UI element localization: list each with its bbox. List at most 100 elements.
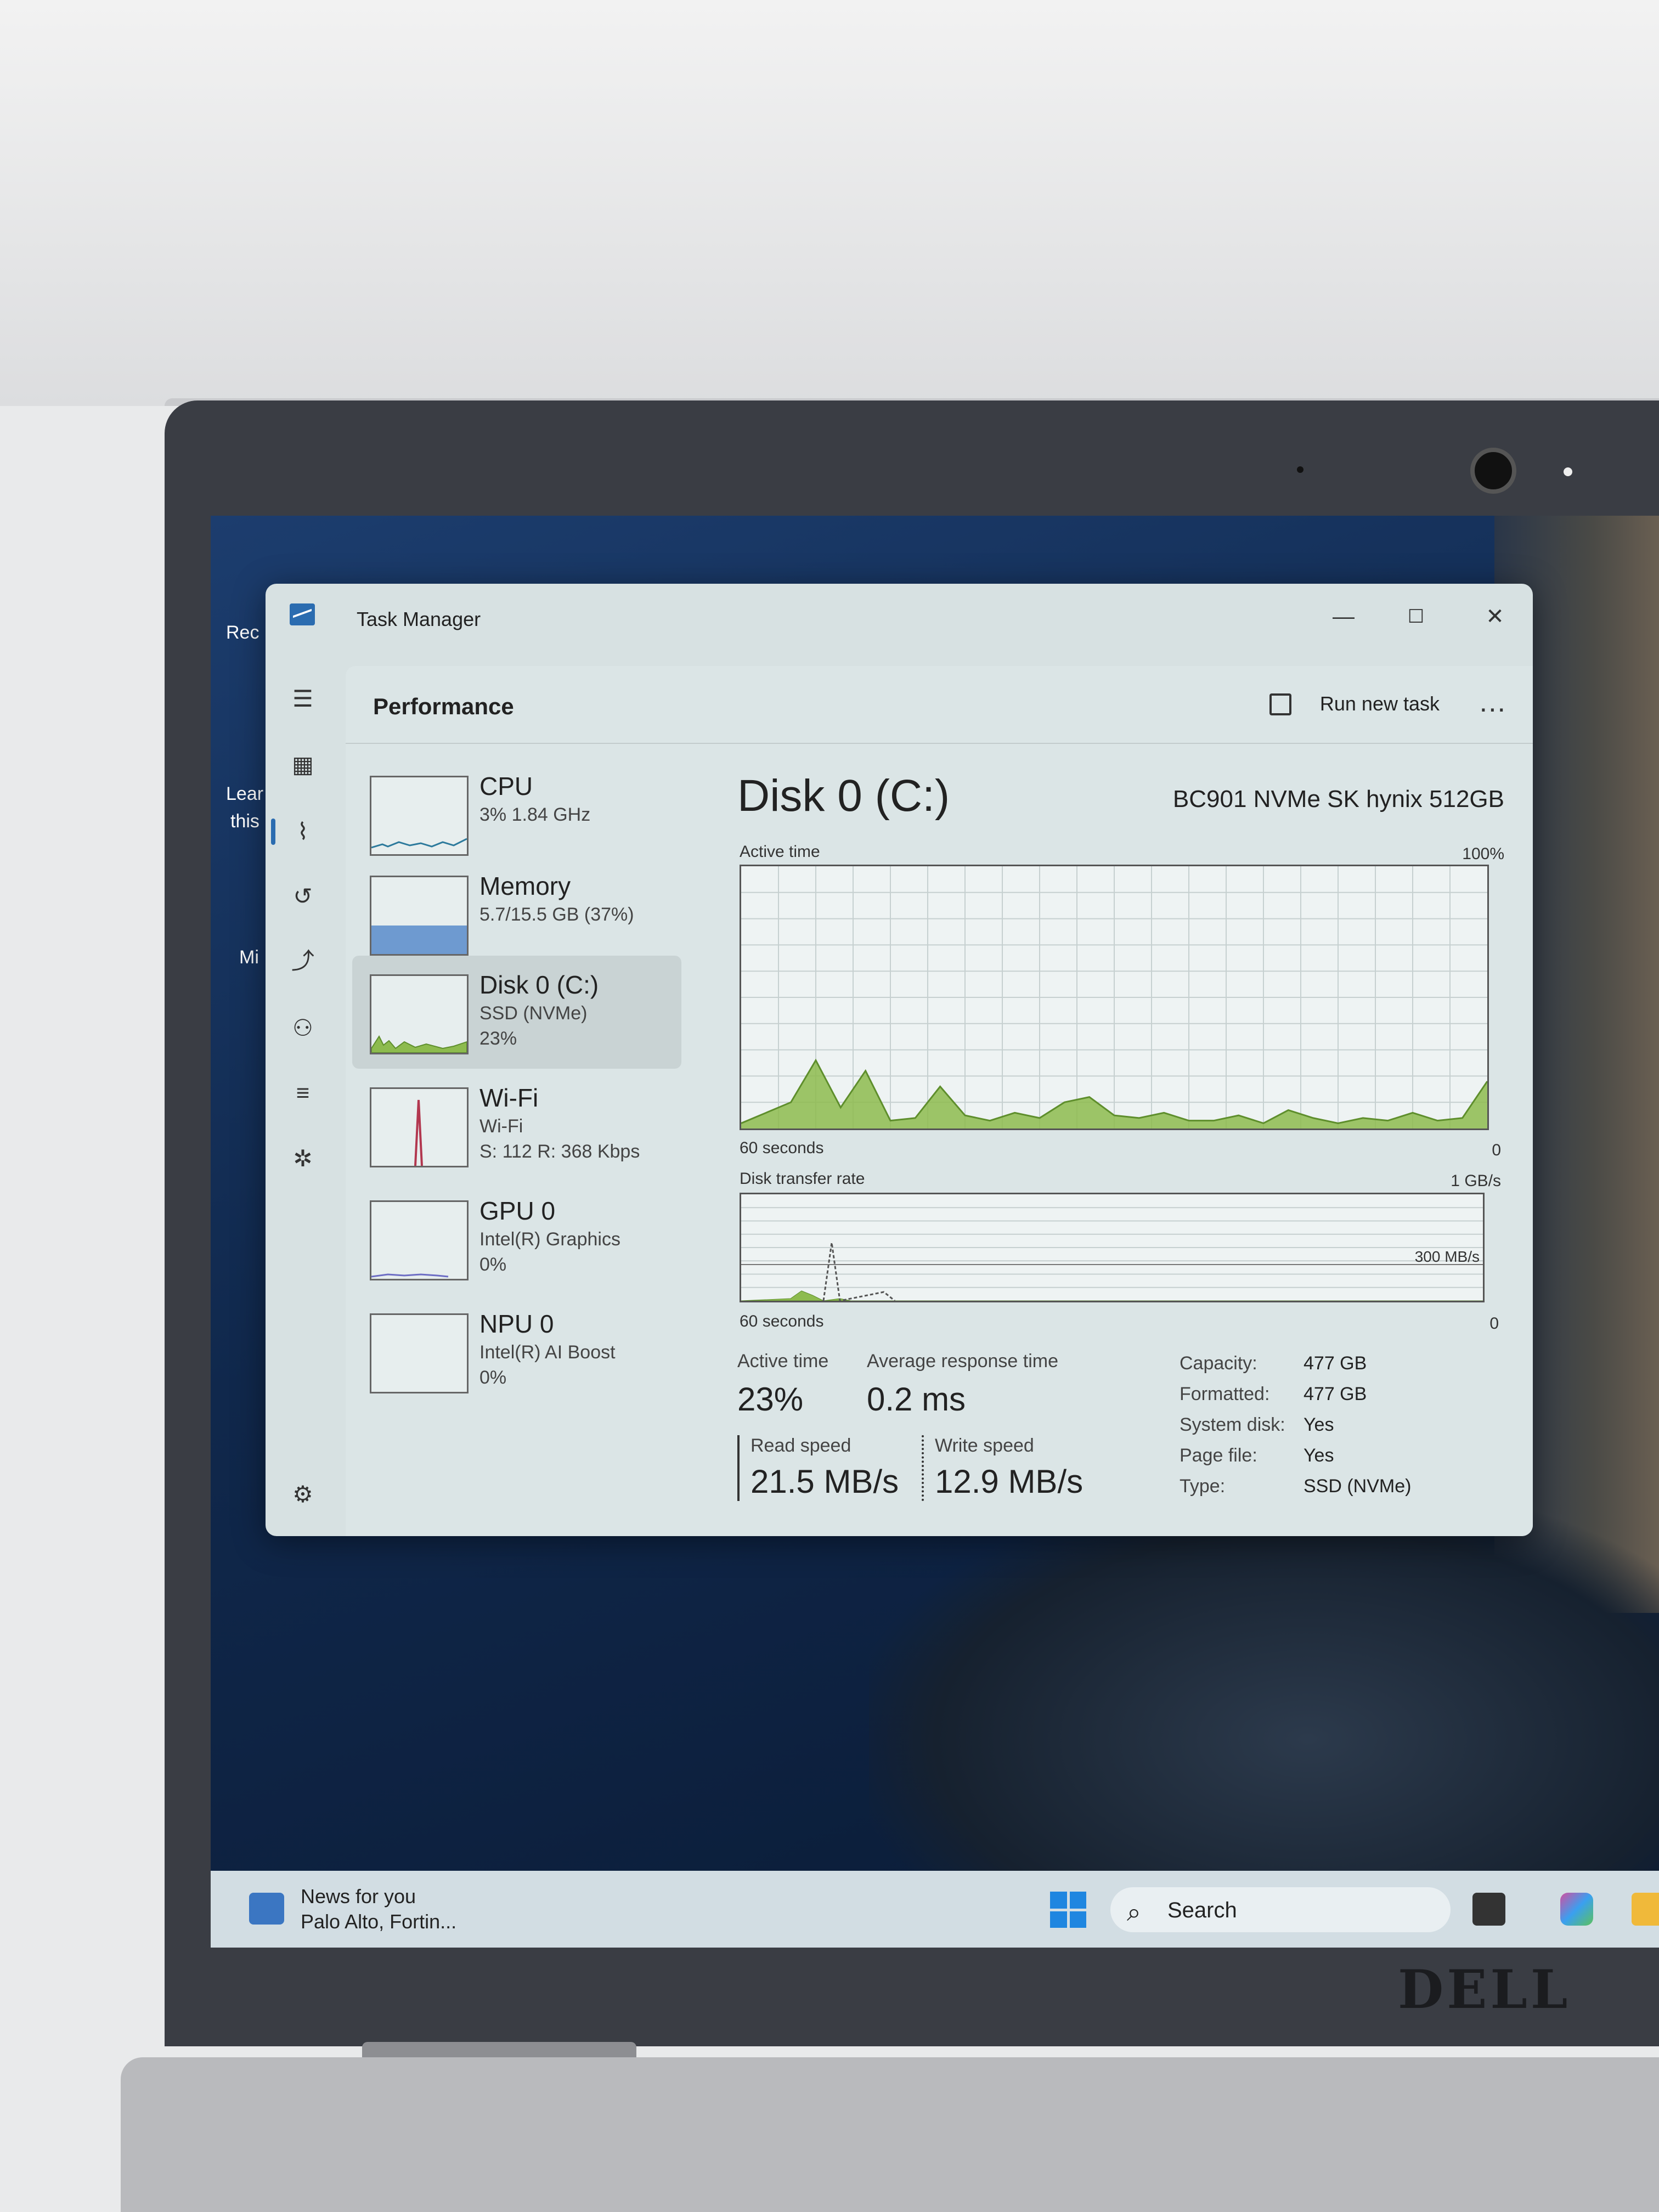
device-detail: Intel(R) AI Boost [479, 1342, 616, 1363]
prop-formatted-key: Formatted: [1180, 1384, 1270, 1404]
desktop-icon-learn-line2: this [230, 811, 259, 832]
more-options-button[interactable]: ... [1480, 686, 1506, 719]
stat-write-speed-value: 12.9 MB/s [935, 1463, 1084, 1500]
prop-page-file-key: Page file: [1180, 1445, 1257, 1466]
users-icon[interactable]: ⚇ [286, 1012, 319, 1045]
disk-thumbnail [370, 974, 469, 1054]
sensor-dot [1297, 466, 1304, 473]
desktop-icon-learn[interactable]: Lear [226, 783, 263, 805]
news-widget-icon[interactable] [249, 1893, 284, 1925]
device-wifi[interactable]: Wi-Fi Wi-Fi S: 112 R: 368 Kbps [352, 1069, 681, 1178]
taskbar: News for you Palo Alto, Fortin... ⌕ Sear… [211, 1871, 1659, 1948]
nav-rail: ☰ ▦ ⌇ ↺ ⤴ ⚇ ≡ ✲ ⚙ [266, 666, 346, 1536]
laptop-base [121, 2057, 1659, 2212]
desktop-icon-recycle-bin[interactable]: Rec [226, 622, 259, 644]
title-bar[interactable]: Task Manager — ☐ ✕ [266, 584, 1533, 666]
desktop-icon-edge[interactable]: Mi [239, 947, 259, 968]
gpu-mini-graph [371, 1273, 449, 1278]
device-usage: 23% [479, 1028, 517, 1049]
background-wall [0, 0, 1659, 406]
wifi-mini-graph [414, 1099, 423, 1166]
stat-read-speed-value: 21.5 MB/s [751, 1463, 899, 1500]
close-button[interactable]: ✕ [1476, 600, 1514, 633]
copilot-icon[interactable] [1560, 1893, 1593, 1926]
active-time-graph-label: Active time [740, 843, 820, 861]
active-time-graph-zero: 0 [1492, 1141, 1501, 1159]
npu-thumbnail [370, 1313, 469, 1393]
run-new-task-button[interactable]: Run new task [1320, 692, 1440, 715]
window-title: Task Manager [357, 608, 481, 630]
start-button[interactable] [1050, 1892, 1086, 1928]
transfer-rate-mid-label: 300 MB/s [1414, 1248, 1480, 1265]
active-time-graph-xlabel: 60 seconds [740, 1139, 824, 1157]
device-cpu[interactable]: CPU 3% 1.84 GHz [352, 757, 681, 867]
memory-thumbnail [370, 876, 469, 956]
stat-read-speed-label: Read speed [751, 1435, 851, 1456]
minimize-button[interactable]: — [1324, 600, 1363, 633]
active-time-graph-max: 100% [1462, 845, 1504, 863]
device-name: Wi-Fi [479, 1084, 539, 1112]
prop-formatted-value: 477 GB [1304, 1384, 1367, 1404]
dell-logo: DELL [1398, 1959, 1571, 2021]
device-usage: 0% [479, 1367, 507, 1388]
search-label: Search [1167, 1898, 1237, 1922]
services-icon[interactable]: ✲ [286, 1142, 319, 1175]
cpu-mini-graph [371, 838, 467, 849]
device-npu-0[interactable]: NPU 0 Intel(R) AI Boost 0% [352, 1295, 681, 1404]
prop-system-disk-key: System disk: [1180, 1414, 1285, 1435]
startup-apps-icon[interactable]: ⤴ [286, 945, 319, 978]
gpu-thumbnail [370, 1200, 469, 1280]
stat-active-time-value: 23% [737, 1381, 804, 1418]
disk-model: BC901 NVMe SK hynix 512GB [1172, 786, 1504, 812]
transfer-rate-graph-xlabel: 60 seconds [740, 1312, 824, 1330]
webcam [1470, 448, 1516, 494]
taskbar-search[interactable]: ⌕ Search [1110, 1887, 1451, 1932]
transfer-rate-graph: 300 MB/s [740, 1193, 1485, 1302]
performance-pane: Performance Run new task ... CPU 3% 1.84… [346, 666, 1533, 1536]
page-title: Performance [373, 693, 514, 719]
stat-avg-response-value: 0.2 ms [867, 1381, 966, 1418]
write-speed-marker [922, 1435, 924, 1501]
settings-icon[interactable]: ⚙ [286, 1478, 319, 1511]
device-name: NPU 0 [479, 1310, 554, 1338]
device-gpu-0[interactable]: GPU 0 Intel(R) Graphics 0% [352, 1182, 681, 1291]
device-memory[interactable]: Memory 5.7/15.5 GB (37%) [352, 857, 681, 967]
maximize-button[interactable]: ☐ [1397, 600, 1435, 633]
task-manager-app-icon [290, 603, 315, 625]
prop-capacity-value: 477 GB [1304, 1353, 1367, 1374]
device-detail: Intel(R) Graphics [479, 1229, 620, 1250]
details-icon[interactable]: ≡ [286, 1076, 319, 1109]
active-nav-indicator [271, 819, 275, 845]
device-detail: SSD (NVMe) [479, 1003, 588, 1024]
processes-icon[interactable]: ▦ [286, 748, 319, 781]
prop-system-disk-value: Yes [1304, 1414, 1334, 1435]
device-detail: 5.7/15.5 GB (37%) [479, 904, 634, 925]
transfer-rate-chart [741, 1207, 1483, 1301]
device-name: GPU 0 [479, 1197, 556, 1225]
stat-write-speed-label: Write speed [935, 1435, 1034, 1456]
hamburger-icon[interactable]: ☰ [286, 682, 319, 715]
app-history-icon[interactable]: ↺ [286, 880, 319, 913]
task-view-icon[interactable] [1472, 1893, 1505, 1926]
prop-capacity-key: Capacity: [1180, 1353, 1257, 1374]
transfer-rate-graph-zero: 0 [1489, 1314, 1499, 1333]
device-disk-0[interactable]: Disk 0 (C:) SSD (NVMe) 23% [352, 956, 681, 1069]
device-detail: 3% 1.84 GHz [479, 804, 591, 825]
transfer-rate-graph-max: 1 GB/s [1451, 1172, 1501, 1190]
task-manager-window: Task Manager — ☐ ✕ ☰ ▦ ⌇ ↺ ⤴ ⚇ ≡ ✲ ⚙ Per… [266, 584, 1533, 1536]
prop-page-file-value: Yes [1304, 1445, 1334, 1466]
camera-led [1564, 467, 1572, 476]
device-detail: Wi-Fi [479, 1116, 523, 1137]
stat-avg-response-label: Average response time [867, 1351, 1059, 1372]
device-name: Disk 0 (C:) [479, 970, 599, 999]
prop-type-value: SSD (NVMe) [1304, 1476, 1412, 1497]
performance-icon[interactable]: ⌇ [286, 815, 319, 848]
device-name: Memory [479, 872, 571, 900]
news-widget-subtitle[interactable]: Palo Alto, Fortin... [301, 1910, 456, 1933]
search-icon: ⌕ [1127, 1898, 1141, 1926]
news-widget-title[interactable]: News for you [301, 1885, 416, 1908]
cpu-thumbnail [370, 776, 469, 856]
transfer-rate-graph-label: Disk transfer rate [740, 1170, 865, 1188]
file-explorer-icon[interactable] [1632, 1893, 1659, 1926]
run-new-task-icon[interactable] [1269, 693, 1291, 715]
